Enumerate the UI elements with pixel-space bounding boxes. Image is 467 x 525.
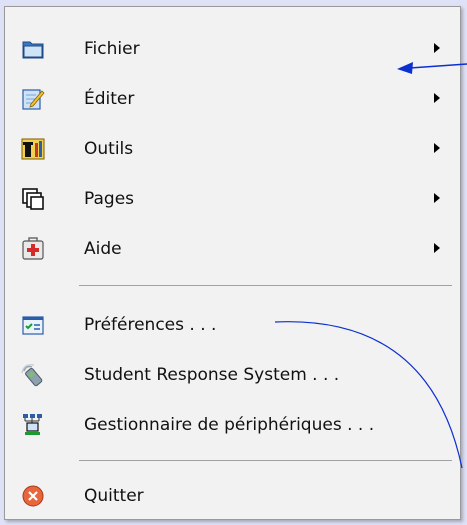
- menu-item-editer[interactable]: Éditer: [5, 79, 460, 119]
- menu-item-label: Préférences . . .: [84, 315, 217, 335]
- menu-item-outils[interactable]: Outils: [5, 129, 460, 169]
- pages-icon: [21, 187, 45, 211]
- menu-item-pages[interactable]: Pages: [5, 179, 460, 219]
- submenu-arrow-icon: [434, 243, 440, 253]
- menu-item-fichier[interactable]: Fichier: [5, 29, 460, 69]
- screen: Fichier Éditer Outils Pages Aide Préfére…: [0, 0, 467, 525]
- preferences-icon: [21, 313, 45, 337]
- menu-item-device-manager[interactable]: Gestionnaire de périphériques . . .: [5, 405, 460, 445]
- menu-item-label: Quitter: [84, 486, 144, 506]
- menu-separator: [79, 285, 452, 286]
- menu-item-label: Fichier: [84, 39, 140, 59]
- submenu-arrow-icon: [434, 143, 440, 153]
- tools-icon: [21, 137, 45, 161]
- menu-item-label: Gestionnaire de périphériques . . .: [84, 415, 375, 435]
- submenu-arrow-icon: [434, 93, 440, 103]
- quit-icon: [21, 484, 45, 508]
- menu-item-aide[interactable]: Aide: [5, 229, 460, 269]
- student-response-icon: [21, 363, 45, 387]
- menu-item-label: Aide: [84, 239, 122, 259]
- folder-icon: [21, 37, 45, 61]
- menu-item-quitter[interactable]: Quitter: [5, 476, 460, 516]
- edit-icon: [21, 87, 45, 111]
- menu-item-label: Pages: [84, 189, 135, 209]
- help-icon: [21, 237, 45, 261]
- submenu-arrow-icon: [434, 193, 440, 203]
- menu-item-label: Student Response System . . .: [84, 365, 340, 385]
- menu-separator: [79, 460, 452, 461]
- menu-item-student-response-system[interactable]: Student Response System . . .: [5, 355, 460, 395]
- menu-item-label: Éditer: [84, 89, 135, 109]
- submenu-arrow-icon: [434, 43, 440, 53]
- menu-item-label: Outils: [84, 139, 134, 159]
- context-menu: Fichier Éditer Outils Pages Aide Préfére…: [4, 6, 461, 520]
- device-manager-icon: [21, 413, 45, 437]
- menu-item-preferences[interactable]: Préférences . . .: [5, 305, 460, 345]
